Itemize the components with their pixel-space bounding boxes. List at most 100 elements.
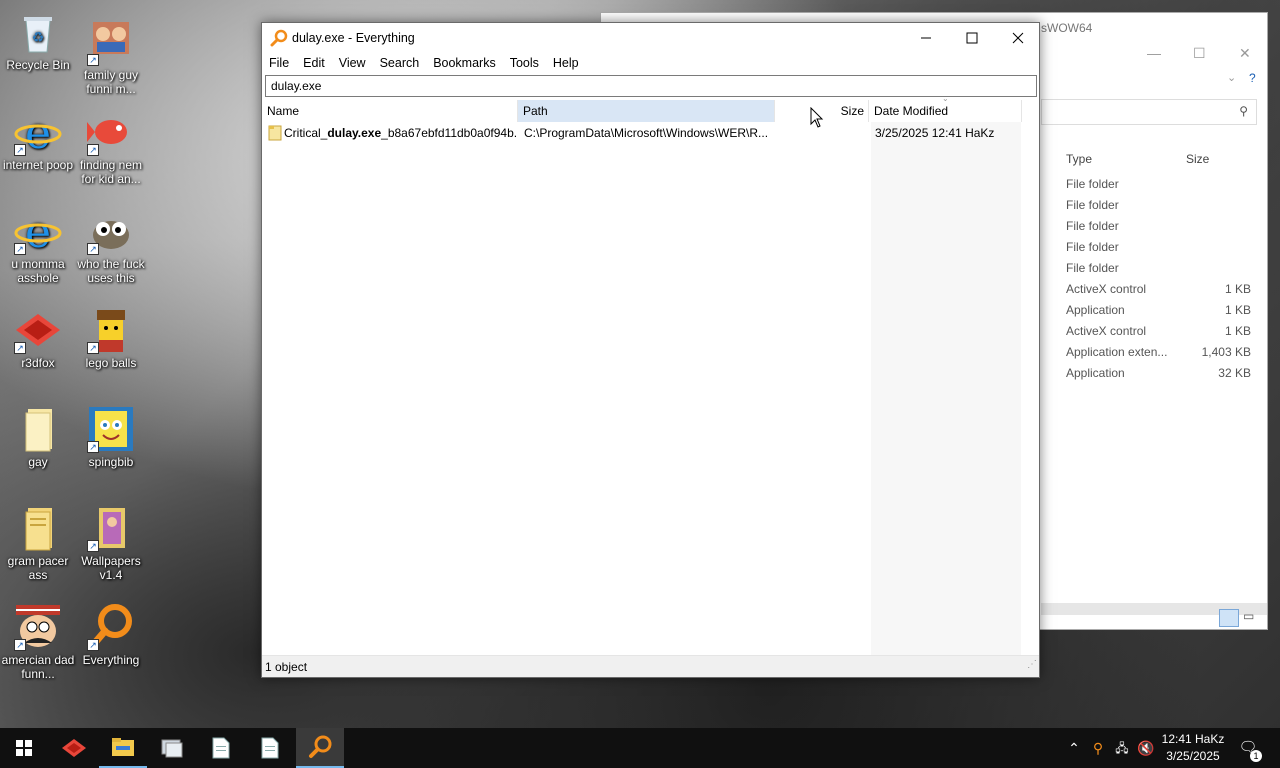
menu-bookmarks[interactable]: Bookmarks xyxy=(426,53,503,73)
menu-help[interactable]: Help xyxy=(546,53,586,73)
desktop-icon-recycle-bin[interactable]: ♻ Recycle Bin xyxy=(0,8,76,72)
system-icon xyxy=(161,739,183,758)
menu-file[interactable]: File xyxy=(262,53,296,73)
list-item[interactable]: File folder xyxy=(1041,261,1261,282)
desktop-icon-american-dad[interactable]: ↗ amercian dad funn... xyxy=(0,603,76,681)
close-icon[interactable]: ✕ xyxy=(1239,45,1251,62)
taskbar-file-explorer[interactable] xyxy=(99,728,147,768)
mouse-cursor-icon xyxy=(810,107,824,128)
large-icons-view-icon[interactable]: ▭ xyxy=(1243,609,1261,627)
spongebob-icon: ↗ xyxy=(87,405,135,453)
clock[interactable]: 12:41 HaKz 3/25/2025 xyxy=(1158,731,1228,765)
column-size[interactable]: Size xyxy=(1186,152,1209,166)
volume-muted-icon[interactable]: 🔇 xyxy=(1136,738,1156,758)
menu-tools[interactable]: Tools xyxy=(503,53,546,73)
taskbar-everything[interactable] xyxy=(296,728,344,768)
notification-count-badge: 1 xyxy=(1250,750,1262,762)
search-icon: ⚲ xyxy=(1239,104,1248,118)
clock-date: 3/25/2025 xyxy=(1166,749,1220,763)
maximize-icon xyxy=(966,32,978,44)
minimize-icon xyxy=(921,37,931,39)
show-hidden-icons-icon[interactable]: ⌃ xyxy=(1064,738,1084,758)
desktop-icon-who-uses-this[interactable]: ↗ who the fuck uses this xyxy=(73,207,149,285)
results-list: Critical_dulay.exe_b8a67ebfd11db0a0f94b.… xyxy=(262,122,1039,655)
search-input[interactable] xyxy=(265,75,1037,97)
status-bar: 1 object ⋰ xyxy=(262,655,1039,677)
taskbar-r3dfox[interactable] xyxy=(50,728,98,768)
start-button[interactable] xyxy=(0,728,48,768)
title-bar[interactable]: dulay.exe - Everything xyxy=(262,23,1039,53)
table-row[interactable]: Critical_dulay.exe_b8a67ebfd11db0a0f94b.… xyxy=(262,124,1022,142)
network-icon[interactable]: 🖧 xyxy=(1112,738,1132,758)
folder-icon xyxy=(14,405,62,453)
american-dad-icon: ↗ xyxy=(14,603,62,651)
document-icon xyxy=(212,737,230,759)
r3dfox-icon: ↗ xyxy=(14,306,62,354)
desktop-icon-family-guy[interactable]: ↗ family guy funni m... xyxy=(73,18,149,96)
list-item[interactable]: File folder xyxy=(1041,219,1261,240)
desktop-icon-gay[interactable]: gay xyxy=(0,405,76,469)
svg-text:♻: ♻ xyxy=(32,29,45,45)
list-item[interactable]: File folder xyxy=(1041,240,1261,261)
column-type[interactable]: Type xyxy=(1066,152,1092,166)
minimize-button[interactable] xyxy=(903,23,949,53)
everything-tray-icon[interactable]: ⚲ xyxy=(1088,738,1108,758)
maximize-button[interactable] xyxy=(949,23,995,53)
list-item[interactable]: Application 32 KB xyxy=(1041,366,1261,387)
list-item[interactable]: ActiveX control 1 KB xyxy=(1041,324,1261,345)
column-path[interactable]: Path xyxy=(518,100,774,122)
taskbar-system-app[interactable] xyxy=(148,728,196,768)
everything-icon xyxy=(270,29,288,47)
column-date-modified[interactable]: Date Modified xyxy=(869,100,1021,122)
menu-view[interactable]: View xyxy=(332,53,373,73)
taskbar-document-1[interactable] xyxy=(197,728,245,768)
desktop-icon-spingbib[interactable]: ↗ spingbib xyxy=(73,405,149,469)
list-item[interactable]: Application 1 KB xyxy=(1041,303,1261,324)
resize-grip-icon[interactable]: ⋰ xyxy=(1027,654,1037,676)
taskbar: ⌃ ⚲ 🖧 🔇 12:41 HaKz 3/25/2025 🗨 1 xyxy=(0,728,1280,768)
result-path: C:\ProgramData\Microsoft\Windows\WER\R..… xyxy=(524,126,769,140)
start-icon xyxy=(16,740,32,756)
menu-search[interactable]: Search xyxy=(373,53,427,73)
clock-time: 12:41 HaKz xyxy=(1161,732,1225,746)
everything-window[interactable]: dulay.exe - Everything File Edit View Se… xyxy=(261,22,1040,678)
everything-icon: ↗ xyxy=(87,603,135,651)
desktop-icon-r3dfox[interactable]: ↗ r3dfox xyxy=(0,306,76,370)
everything-icon xyxy=(309,735,332,758)
result-name: Critical_dulay.exe_b8a67ebfd11db0a0f94b.… xyxy=(284,126,517,140)
maximize-icon[interactable]: ☐ xyxy=(1193,45,1206,62)
close-icon xyxy=(1012,32,1024,44)
help-icon[interactable]: ? xyxy=(1249,71,1256,85)
taskbar-document-2[interactable] xyxy=(246,728,294,768)
search-input[interactable]: ⚲ xyxy=(1041,99,1257,125)
column-headers: Type Size xyxy=(1041,149,1261,171)
desktop-icon-u-momma[interactable]: e ↗ u momma asshole xyxy=(0,207,76,285)
internet-explorer-icon: e ↗ xyxy=(14,207,62,258)
minimize-icon[interactable]: — xyxy=(1147,45,1161,61)
menu-edit[interactable]: Edit xyxy=(296,53,332,73)
wallpapers-icon: ↗ xyxy=(87,504,135,552)
r3dfox-icon xyxy=(62,739,86,757)
desktop-icon-finding-nem[interactable]: ↗ finding nem for kid an... xyxy=(73,108,149,186)
fish-icon: ↗ xyxy=(87,108,135,156)
list-item[interactable]: File folder xyxy=(1041,198,1261,219)
column-name[interactable]: Name xyxy=(262,100,517,122)
menu-bar: File Edit View Search Bookmarks Tools He… xyxy=(262,53,1039,73)
desktop-icon-wallpapers[interactable]: ↗ Wallpapers v1.4 xyxy=(73,504,149,582)
result-date: 3/25/2025 12:41 HaKz xyxy=(875,126,995,140)
list-item[interactable]: File folder xyxy=(1041,177,1261,198)
list-item[interactable]: ActiveX control 1 KB xyxy=(1041,282,1261,303)
close-button[interactable] xyxy=(995,23,1041,53)
desktop-icon-gram-pacer[interactable]: gram pacer ass xyxy=(0,504,76,582)
desktop-icon-lego-balls[interactable]: ↗ lego balls xyxy=(73,306,149,370)
family-guy-icon: ↗ xyxy=(87,18,135,66)
background-window-title: sWOW64 xyxy=(1041,21,1093,35)
file-list: File folder File folder File folder File… xyxy=(1041,177,1261,387)
desktop-icon-everything[interactable]: ↗ Everything xyxy=(73,603,149,667)
list-item[interactable]: Application exten... 1,403 KB xyxy=(1041,345,1261,366)
sort-indicator-icon: ⌄ xyxy=(942,94,949,103)
document-icon xyxy=(261,737,279,759)
details-view-icon[interactable] xyxy=(1219,609,1239,627)
desktop-icon-internet-poop[interactable]: e ↗ internet poop xyxy=(0,108,76,172)
chevron-down-icon[interactable]: ⌄ xyxy=(1227,71,1236,84)
